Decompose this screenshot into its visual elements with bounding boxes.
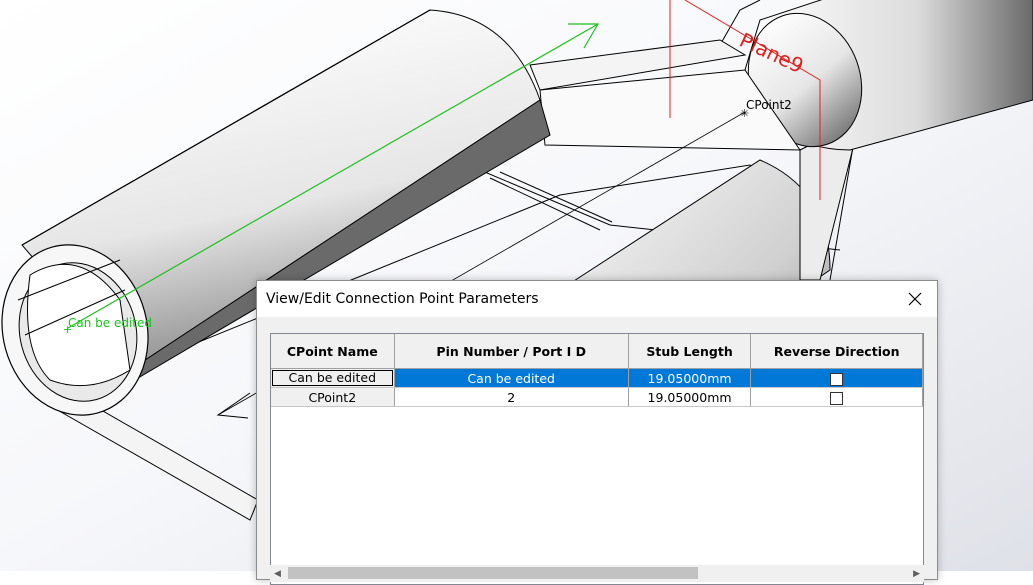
column-header-stub-length[interactable]: Stub Length <box>628 334 752 369</box>
table-row[interactable]: Can be edited Can be edited 19.05000mm <box>271 368 923 388</box>
cpoint-name-editor[interactable]: Can be edited <box>272 370 393 386</box>
pin-number-cell[interactable]: 2 <box>394 387 629 407</box>
cpoint-label-1[interactable]: Can be edited <box>68 316 152 330</box>
cpoint-name-cell[interactable]: Can be edited <box>271 368 395 388</box>
reverse-direction-cell[interactable] <box>750 368 923 388</box>
reverse-direction-checkbox[interactable] <box>830 372 844 386</box>
column-header-pin-number[interactable]: Pin Number / Port I D <box>394 334 629 369</box>
horizontal-scrollbar[interactable]: ◀ ▶ <box>270 565 924 582</box>
reverse-direction-cell[interactable] <box>750 387 923 407</box>
cpoint-name-cell[interactable]: CPoint2 <box>271 387 395 407</box>
scroll-left-icon[interactable]: ◀ <box>274 565 281 582</box>
dialog-titlebar[interactable]: View/Edit Connection Point Parameters <box>257 281 937 317</box>
close-button[interactable] <box>901 285 929 313</box>
cpoint-label-2[interactable]: CPoint2 <box>746 98 792 112</box>
parameters-grid[interactable]: CPoint Name Pin Number / Port I D Stub L… <box>270 333 924 585</box>
stub-length-cell[interactable]: 19.05000mm <box>628 368 752 388</box>
column-header-reverse-direction[interactable]: Reverse Direction <box>750 334 923 369</box>
connection-point-dialog: View/Edit Connection Point Parameters CP… <box>256 280 938 585</box>
scroll-right-icon[interactable]: ▶ <box>913 565 920 582</box>
dialog-title: View/Edit Connection Point Parameters <box>266 291 539 307</box>
grid-header-row: CPoint Name Pin Number / Port I D Stub L… <box>271 334 923 369</box>
close-icon <box>908 292 922 306</box>
column-header-cpoint-name[interactable]: CPoint Name <box>271 334 395 369</box>
pin-number-cell[interactable]: Can be edited <box>394 368 629 388</box>
scrollbar-thumb[interactable] <box>288 567 698 579</box>
reverse-direction-checkbox[interactable] <box>830 391 844 405</box>
table-row[interactable]: CPoint2 2 19.05000mm <box>271 387 923 407</box>
stub-length-cell[interactable]: 19.05000mm <box>628 387 752 407</box>
